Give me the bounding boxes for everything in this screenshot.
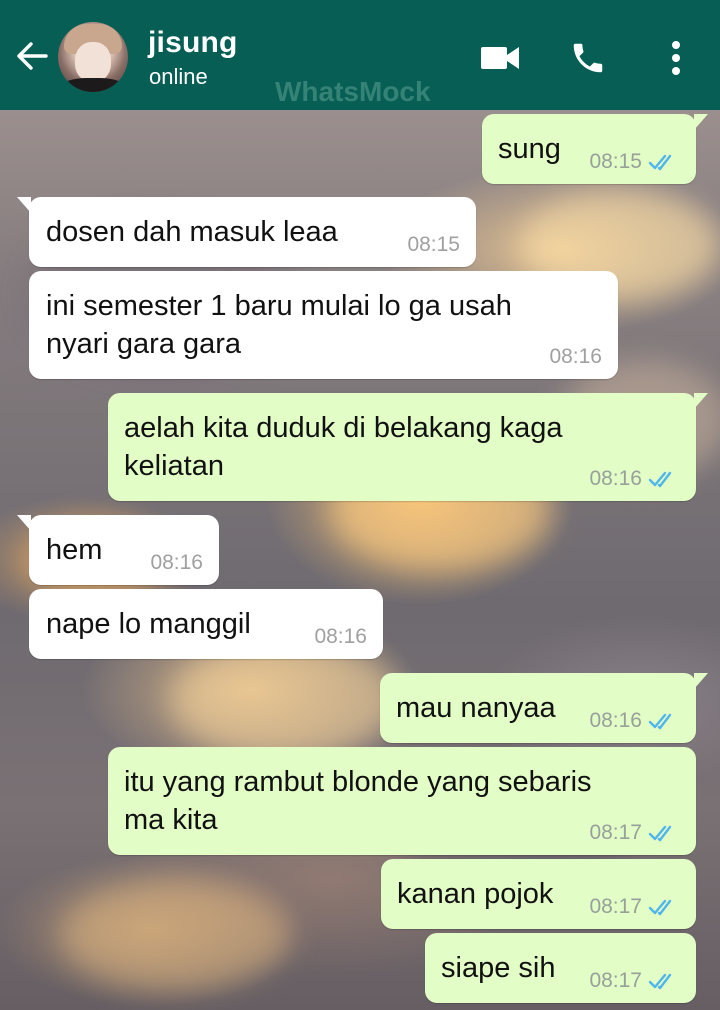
message-bubble-incoming[interactable]: ini semester 1 baru mulai lo ga usah nya… [29,271,618,379]
double-check-icon [648,973,672,990]
message-text: itu yang rambut blonde yang sebaris ma k… [124,763,592,839]
phone-icon[interactable] [566,36,610,80]
message-line: itu yang rambut blonde yang sebaris [124,766,592,798]
message-time: 08:15 [589,150,642,173]
arrow-left-icon[interactable] [14,38,50,74]
avatar[interactable] [58,22,128,92]
message-text: dosen dah masuk leaa [46,216,338,248]
message-meta: 08:17 [589,821,680,845]
message-meta: 08:16 [549,345,602,369]
message-time: 08:16 [314,625,367,648]
message-text: hem [46,534,103,566]
message-bubble-outgoing[interactable]: sung 08:15 [482,114,708,184]
message-time: 08:17 [589,895,642,918]
message-time: 08:16 [150,551,203,574]
message-meta: 08:15 [407,233,460,257]
double-check-icon [648,471,672,488]
message-bubble-outgoing[interactable]: kanan pojok 08:17 [381,859,696,929]
message-text: sung [498,133,561,165]
message-bubble-incoming[interactable]: dosen dah masuk leaa 08:15 [17,197,476,267]
message-text: ini semester 1 baru mulai lo ga usah nya… [46,287,512,363]
message-bubble-outgoing[interactable]: itu yang rambut blonde yang sebaris ma k… [108,747,696,855]
message-time: 08:16 [589,467,642,490]
contact-status: online [149,64,208,89]
chat-header: jisung online WhatsMock [0,0,720,110]
message-time: 08:17 [589,821,642,844]
message-line: aelah kita duduk di belakang kaga [124,412,563,444]
message-text: aelah kita duduk di belakang kaga keliat… [124,409,563,485]
watermark: WhatsMock [275,76,431,107]
message-meta: 08:16 [589,709,680,733]
message-line: nyari gara gara [46,328,242,360]
message-meta: 08:16 [589,467,680,491]
double-check-icon [648,825,672,842]
message-meta: 08:16 [314,625,367,649]
double-check-icon [648,154,672,171]
contact-name[interactable]: jisung [148,26,238,60]
video-camera-icon[interactable] [478,36,522,80]
message-meta: 08:17 [589,969,680,993]
message-bubble-outgoing[interactable]: siape sih 08:17 [425,933,696,1003]
message-bubble-incoming[interactable]: hem 08:16 [17,515,219,585]
message-line: ini semester 1 baru mulai lo ga usah [46,290,512,322]
message-text: nape lo manggil [46,608,251,640]
message-meta: 08:17 [589,895,680,919]
double-check-icon [648,899,672,916]
message-text: siape sih [441,952,556,984]
message-time: 08:16 [589,709,642,732]
message-time: 08:16 [549,345,602,368]
message-bubble-outgoing[interactable]: mau nanyaa 08:16 [380,673,708,743]
more-vertical-icon[interactable] [654,36,698,80]
chat-screen: jisung online WhatsMock sung 08:15 dosen… [0,0,720,1010]
message-time: 08:17 [589,969,642,992]
message-line: ma kita [124,804,218,836]
double-check-icon [648,713,672,730]
message-text: mau nanyaa [396,692,556,724]
message-bubble-incoming[interactable]: nape lo manggil 08:16 [29,589,383,659]
message-meta: 08:15 [589,150,680,174]
message-time: 08:15 [407,233,460,256]
message-line: keliatan [124,450,224,482]
message-text: kanan pojok [397,878,554,910]
message-bubble-outgoing[interactable]: aelah kita duduk di belakang kaga keliat… [108,393,708,501]
message-meta: 08:16 [150,551,203,575]
